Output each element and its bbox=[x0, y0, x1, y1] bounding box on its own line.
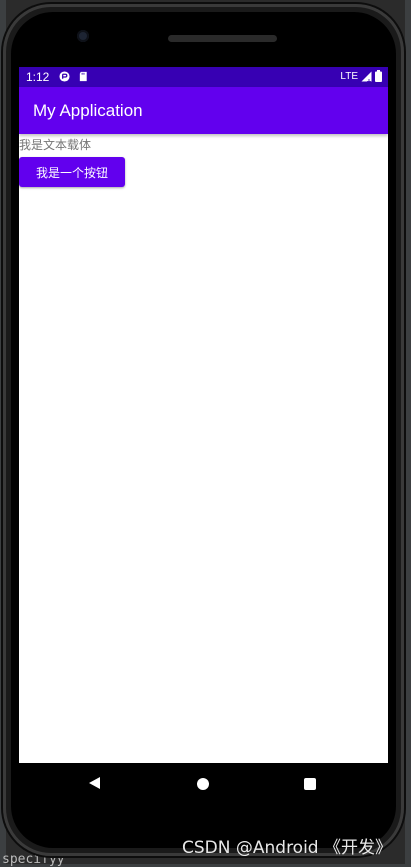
status-bar: 1:12 LTE bbox=[19, 67, 388, 87]
gmail-status-icon bbox=[59, 71, 70, 82]
home-icon[interactable] bbox=[197, 778, 209, 790]
signal-icon bbox=[361, 71, 372, 82]
ide-right-strip bbox=[405, 0, 411, 864]
app-toolbar: My Application bbox=[19, 87, 388, 134]
status-right-group: LTE bbox=[340, 70, 382, 82]
battery-icon bbox=[375, 70, 382, 82]
status-time: 1:12 bbox=[26, 70, 50, 84]
watermark: CSDN @Android 《开发》 bbox=[182, 838, 393, 858]
earpiece-speaker bbox=[168, 35, 277, 42]
navigation-bar bbox=[19, 763, 388, 805]
app-title: My Application bbox=[33, 101, 143, 120]
recent-apps-icon[interactable] bbox=[304, 778, 316, 790]
text-label: 我是文本载体 bbox=[19, 138, 92, 152]
device-screen: 1:12 LTE My Application 我是文本载体 我是一个按钮 bbox=[19, 67, 388, 803]
network-type: LTE bbox=[340, 70, 358, 82]
back-icon[interactable] bbox=[88, 776, 102, 790]
primary-button[interactable]: 我是一个按钮 bbox=[19, 157, 125, 187]
front-camera-icon bbox=[77, 30, 89, 42]
sd-card-icon bbox=[79, 71, 87, 82]
